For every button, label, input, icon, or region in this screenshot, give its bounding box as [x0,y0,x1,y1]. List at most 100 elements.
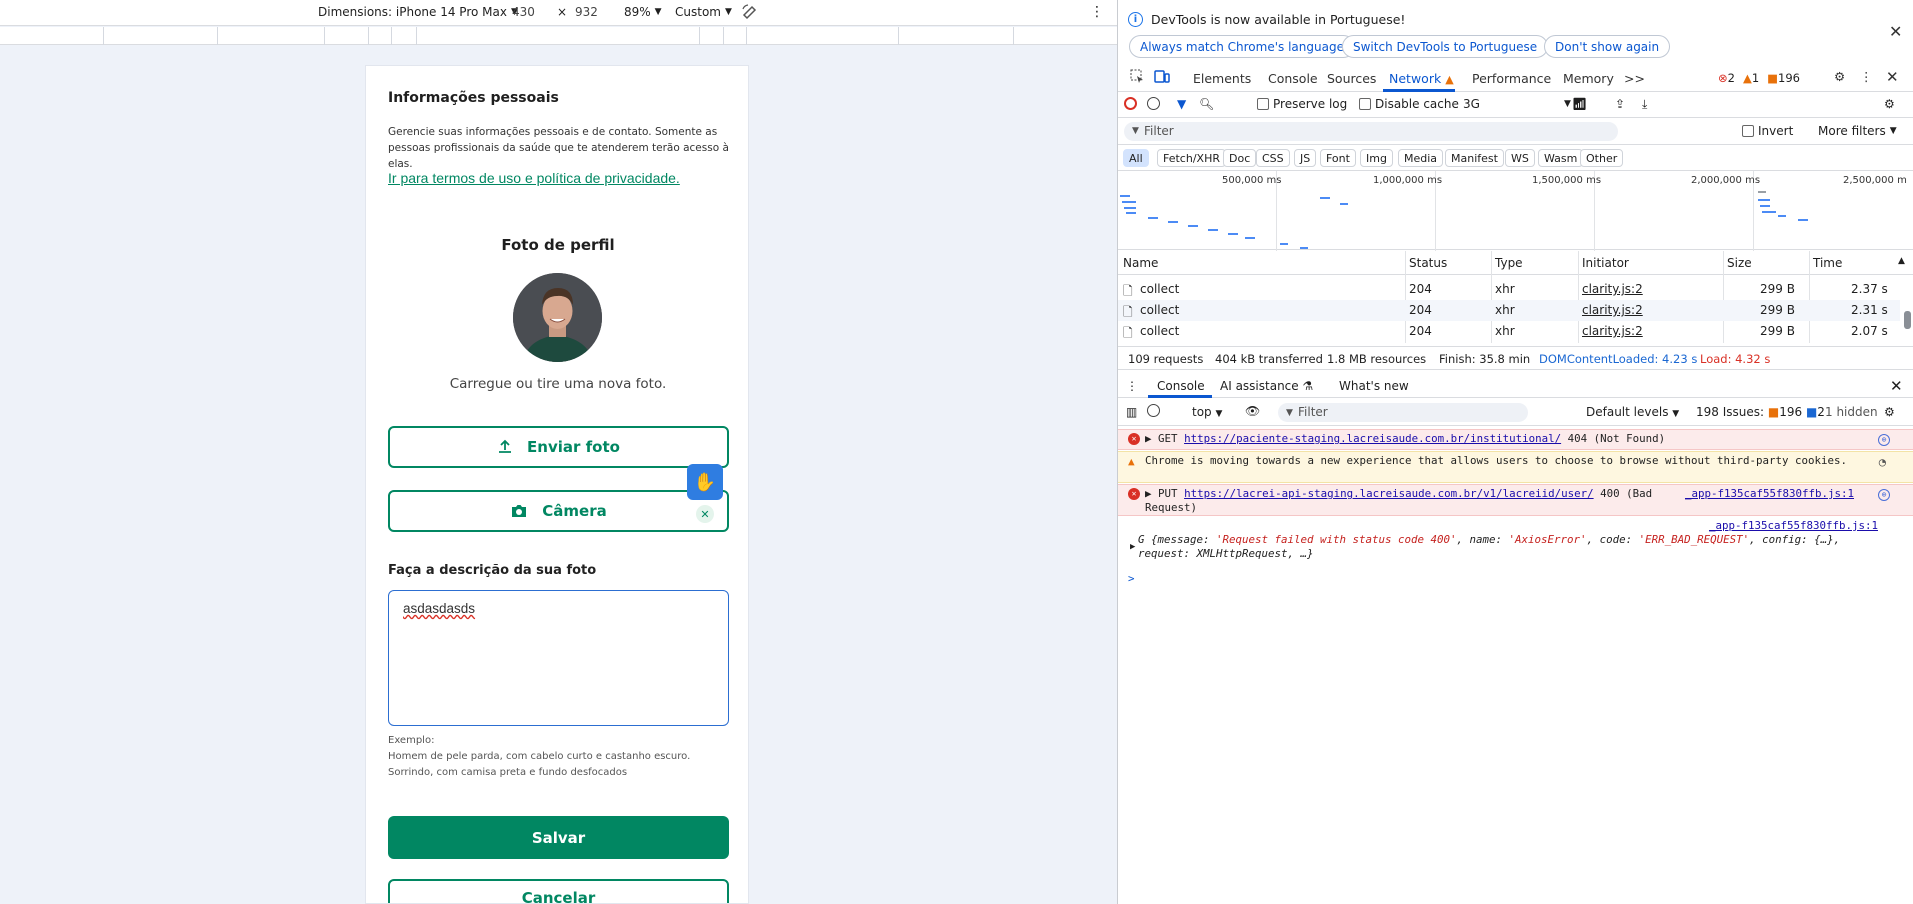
column-header-status[interactable]: Status [1409,256,1447,270]
sort-up-icon[interactable]: ▲ [1898,256,1905,266]
console-object-message[interactable]: _app-f135caf55f830ffb.js:1 ▶ G {message:… [1118,517,1913,563]
column-header-type[interactable]: Type [1495,256,1523,270]
console-prompt[interactable]: > [1128,572,1135,585]
more-tabs-button[interactable]: >> [1624,71,1645,86]
type-filter-media[interactable]: Media [1398,149,1444,167]
expand-triangle-icon[interactable]: ▶ [1145,487,1152,500]
zoom-select[interactable]: 89% ▼ [624,5,662,19]
tab-console[interactable]: Console [1268,71,1318,86]
export-har-icon[interactable]: ⤓ [1642,97,1647,112]
issues-button[interactable]: 198 Issues: ■196 ■2 [1696,405,1825,419]
close-icon[interactable]: ✕ [696,505,714,523]
request-initiator[interactable]: clarity.js:2 [1582,324,1643,338]
column-header-size[interactable]: Size [1727,256,1752,270]
request-initiator[interactable]: clarity.js:2 [1582,282,1643,296]
disable-cache-checkbox[interactable]: Disable cache [1359,97,1459,111]
type-filter-img[interactable]: Img [1360,149,1393,167]
network-conditions-icon[interactable]: 📶︎ [1572,97,1587,111]
accessibility-widget-button[interactable]: ✋ [687,464,723,500]
type-filter-font[interactable]: Font [1320,149,1356,167]
more-filters-button[interactable]: More filters ▼ [1818,124,1897,138]
axios-error-object[interactable]: ▶ G {message: 'Request failed with statu… [1130,533,1898,561]
table-scrollbar[interactable] [1903,280,1911,344]
save-button[interactable]: Salvar [388,816,729,859]
type-filter-css[interactable]: CSS [1256,149,1290,167]
dont-show-again-button[interactable]: Don't show again [1544,35,1671,58]
table-row[interactable]: 🗋 collect 204 xhr clarity.js:2 299 B 2.0… [1118,321,1900,342]
rotate-icon[interactable] [740,3,758,21]
network-filter-input[interactable]: Filter [1124,122,1618,141]
type-filter-fetch-xhr[interactable]: Fetch/XHR [1157,149,1226,167]
clear-icon[interactable] [1147,97,1160,110]
request-url-link[interactable]: https://paciente-staging.lacreisaude.com… [1184,432,1561,445]
device-toggle-icon[interactable] [1154,68,1170,87]
type-filter-wasm[interactable]: Wasm [1538,149,1584,167]
drawer-tab-whats-new[interactable]: What's new [1339,379,1409,393]
record-icon[interactable] [1124,97,1137,110]
search-icon[interactable]: 🔍︎ [1199,97,1214,111]
request-initiator[interactable]: clarity.js:2 [1582,303,1643,317]
send-photo-button[interactable]: Enviar foto [388,426,729,468]
console-warning-message[interactable]: ▲ Chrome is moving towards a new experie… [1118,451,1913,483]
close-icon[interactable]: ✕ [1890,377,1903,395]
tab-performance[interactable]: Performance [1472,71,1551,86]
type-filter-other[interactable]: Other [1580,149,1624,167]
preserve-log-checkbox[interactable]: Preserve log [1257,97,1347,111]
expand-triangle-icon[interactable]: ▶ [1130,540,1135,554]
more-options-icon[interactable]: ⋮ [1860,69,1873,84]
drawer-tab-console[interactable]: Console [1157,379,1205,393]
type-filter-all[interactable]: All [1123,149,1149,167]
tab-memory[interactable]: Memory [1563,71,1614,86]
request-url-link[interactable]: https://lacrei-api-staging.lacreisaude.c… [1184,487,1594,500]
tab-sources[interactable]: Sources [1327,71,1376,86]
cancel-button[interactable]: Cancelar [388,879,729,903]
close-icon[interactable]: ✕ [1886,68,1899,86]
console-settings-icon[interactable]: ⚙ [1884,405,1895,419]
sidebar-toggle-icon[interactable]: ▥ [1126,405,1137,419]
drawer-tab-ai-assistance[interactable]: AI assistance ⚗ [1220,379,1313,393]
column-header-name[interactable]: Name [1123,256,1158,270]
tab-elements[interactable]: Elements [1193,71,1251,86]
tab-network[interactable]: Network ▲ [1389,71,1454,86]
console-error-message[interactable]: ✕ ▶ GET https://paciente-staging.lacreis… [1118,429,1913,450]
more-options-icon[interactable]: ⋮ [1090,4,1104,20]
column-header-initiator[interactable]: Initiator [1582,256,1629,270]
scrollbar-thumb[interactable] [1904,311,1911,329]
import-har-icon[interactable]: ⇪ [1615,97,1625,111]
drawer-menu-icon[interactable]: ⋮ [1126,379,1138,393]
error-warning-counts[interactable]: ⊗2 ▲1 ■196 [1718,71,1800,85]
throttle-select[interactable]: Custom ▼ [675,5,732,19]
table-row[interactable]: 🗋 collect 204 xhr clarity.js:2 299 B 2.3… [1118,279,1900,300]
inspect-element-icon[interactable] [1129,68,1145,87]
type-filter-ws[interactable]: WS [1505,149,1535,167]
device-width-input[interactable]: 430 [512,5,535,19]
invert-checkbox[interactable]: Invert [1742,124,1793,138]
clear-console-icon[interactable] [1147,404,1160,420]
filter-icon[interactable]: ▼ [1177,97,1186,111]
terms-link[interactable]: Ir para termos de uso e política de priv… [388,170,680,186]
network-settings-icon[interactable]: ⚙ [1884,97,1895,111]
expand-triangle-icon[interactable]: ▶ [1145,432,1152,445]
close-icon[interactable]: ✕ [1889,22,1902,41]
type-filter-doc[interactable]: Doc [1223,149,1257,167]
device-height-input[interactable]: 932 [575,5,598,19]
table-row[interactable]: 🗋 collect 204 xhr clarity.js:2 299 B 2.3… [1118,300,1900,321]
photo-description-textarea[interactable]: asdasdasds [388,590,729,726]
always-match-language-button[interactable]: Always match Chrome's language [1129,35,1355,58]
eye-icon[interactable]: 👁︎ [1245,404,1260,418]
settings-gear-icon[interactable]: ⚙ [1834,69,1845,84]
throttling-select[interactable]: 3G ▼ [1463,97,1571,111]
network-globe-icon[interactable]: ⊕ [1878,489,1890,501]
source-link[interactable]: _app-f135caf55f830ffb.js:1 [1709,519,1878,533]
column-header-time[interactable]: Time [1813,256,1842,270]
source-link[interactable]: _app-f135caf55f830ffb.js:1 [1685,487,1854,501]
type-filter-js[interactable]: JS [1294,149,1317,167]
network-overview-timeline[interactable]: 500,000 ms 1,000,000 ms 1,500,000 ms 2,0… [1118,170,1913,251]
context-select[interactable]: top ▼ [1192,405,1222,419]
camera-button[interactable]: Câmera [388,490,729,532]
console-filter-input[interactable]: Filter [1278,403,1528,422]
log-levels-select[interactable]: Default levels ▼ [1586,405,1679,419]
type-filter-manifest[interactable]: Manifest [1445,149,1504,167]
console-error-message[interactable]: ✕ ▶ PUT https://lacrei-api-staging.lacre… [1118,484,1913,516]
switch-to-portuguese-button[interactable]: Switch DevTools to Portuguese [1342,35,1549,58]
